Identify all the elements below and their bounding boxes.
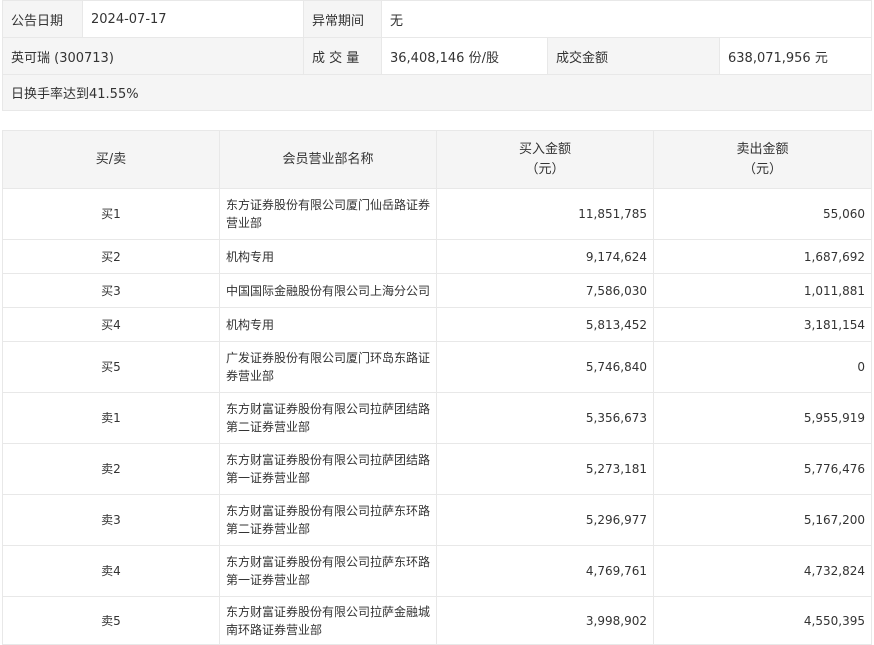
amount-value: 638,071,956 元: [718, 37, 873, 75]
row-branch-name: 东方财富证券股份有限公司拉萨金融城南环路证券营业部: [219, 596, 437, 645]
table-row: 卖4 东方财富证券股份有限公司拉萨东环路第一证券营业部 4,769,761 4,…: [2, 545, 872, 597]
table-row: 买4 机构专用 5,813,452 3,181,154: [2, 307, 872, 342]
row-side: 买4: [2, 307, 220, 342]
abnormal-period-value: 无: [380, 0, 873, 38]
row-sell-amount: 1,687,692: [653, 239, 872, 274]
row-branch-name: 机构专用: [219, 239, 437, 274]
header-buy-amount-title: 买入金额: [518, 141, 571, 157]
trading-detail-table: 买/卖 会员营业部名称 买入金额 （元） 卖出金额 （元） 买1 东方证券股份有…: [2, 130, 872, 645]
row-sell-amount: 5,776,476: [653, 443, 872, 495]
row-buy-amount: 5,813,452: [436, 307, 654, 342]
row-buy-amount: 5,746,840: [436, 341, 654, 393]
row-sell-amount: 0: [653, 341, 872, 393]
row-branch-name: 中国国际金融股份有限公司上海分公司: [219, 273, 437, 308]
row-sell-amount: 5,955,919: [653, 392, 872, 444]
header-sell-amount-unit: （元）: [742, 161, 782, 177]
row-buy-amount: 11,851,785: [436, 188, 654, 240]
row-side: 买5: [2, 341, 220, 393]
announcement-date-label: 公告日期: [2, 0, 83, 38]
header-side: 买/卖: [2, 130, 220, 189]
row-sell-amount: 5,167,200: [653, 494, 872, 546]
row-side: 买2: [2, 239, 220, 274]
header-sell-amount: 卖出金额 （元）: [653, 130, 872, 189]
row-sell-amount: 4,732,824: [653, 545, 872, 597]
amount-label: 成交金额: [547, 37, 720, 75]
row-side: 卖2: [2, 443, 220, 495]
row-side: 买1: [2, 188, 220, 240]
table-row: 买5 广发证券股份有限公司厦门环岛东路证券营业部 5,746,840 0: [2, 341, 872, 393]
row-buy-amount: 9,174,624: [436, 239, 654, 274]
table-row: 买1 东方证券股份有限公司厦门仙岳路证券营业部 11,851,785 55,06…: [2, 188, 872, 240]
table-row: 卖5 东方财富证券股份有限公司拉萨金融城南环路证券营业部 3,998,902 4…: [2, 596, 872, 645]
row-branch-name: 广发证券股份有限公司厦门环岛东路证券营业部: [219, 341, 437, 393]
row-sell-amount: 3,181,154: [653, 307, 872, 342]
row-sell-amount: 1,011,881: [653, 273, 872, 308]
row-branch-name: 东方财富证券股份有限公司拉萨团结路第一证券营业部: [219, 443, 437, 495]
header-branch-name: 会员营业部名称: [219, 130, 437, 189]
listing-reason: 日换手率达到41.55%: [1, 74, 873, 111]
row-buy-amount: 5,296,977: [436, 494, 654, 546]
row-buy-amount: 4,769,761: [436, 545, 654, 597]
summary-row-reason: 日换手率达到41.55%: [1, 74, 873, 111]
header-buy-amount-unit: （元）: [525, 161, 565, 177]
row-branch-name: 东方证券股份有限公司厦门仙岳路证券营业部: [219, 188, 437, 240]
summary-row-date: 公告日期 2024-07-17 异常期间 无: [2, 0, 873, 38]
row-branch-name: 东方财富证券股份有限公司拉萨团结路第二证券营业部: [219, 392, 437, 444]
row-sell-amount: 55,060: [653, 188, 872, 240]
table-row: 卖1 东方财富证券股份有限公司拉萨团结路第二证券营业部 5,356,673 5,…: [2, 392, 872, 444]
row-side: 买3: [2, 273, 220, 308]
table-row: 卖3 东方财富证券股份有限公司拉萨东环路第二证券营业部 5,296,977 5,…: [2, 494, 872, 546]
row-side: 卖1: [2, 392, 220, 444]
table-header-row: 买/卖 会员营业部名称 买入金额 （元） 卖出金额 （元）: [2, 130, 872, 189]
table-row: 买2 机构专用 9,174,624 1,687,692: [2, 239, 872, 274]
row-branch-name: 东方财富证券股份有限公司拉萨东环路第一证券营业部: [219, 545, 437, 597]
row-buy-amount: 5,356,673: [436, 392, 654, 444]
row-sell-amount: 4,550,395: [653, 596, 872, 645]
table-row: 卖2 东方财富证券股份有限公司拉萨团结路第一证券营业部 5,273,181 5,…: [2, 443, 872, 495]
volume-label: 成 交 量: [303, 37, 382, 75]
table-row: 买3 中国国际金融股份有限公司上海分公司 7,586,030 1,011,881: [2, 273, 872, 308]
row-buy-amount: 3,998,902: [436, 596, 654, 645]
row-branch-name: 东方财富证券股份有限公司拉萨东环路第二证券营业部: [219, 494, 437, 546]
summary-row-stock: 英可瑞 (300713) 成 交 量 36,408,146 份/股 成交金额 6…: [2, 37, 873, 75]
row-side: 卖5: [2, 596, 220, 645]
row-buy-amount: 5,273,181: [436, 443, 654, 495]
header-sell-amount-title: 卖出金额: [736, 141, 789, 157]
row-branch-name: 机构专用: [219, 307, 437, 342]
row-buy-amount: 7,586,030: [436, 273, 654, 308]
abnormal-period-label: 异常期间: [303, 0, 382, 38]
row-side: 卖3: [2, 494, 220, 546]
volume-value: 36,408,146 份/股: [381, 37, 548, 75]
row-side: 卖4: [2, 545, 220, 597]
summary-table: 公告日期 2024-07-17 异常期间 无 英可瑞 (300713) 成 交 …: [1, 0, 873, 111]
announcement-date-value: 2024-07-17: [82, 0, 304, 38]
stock-name: 英可瑞 (300713): [2, 37, 304, 75]
header-buy-amount: 买入金额 （元）: [436, 130, 654, 189]
